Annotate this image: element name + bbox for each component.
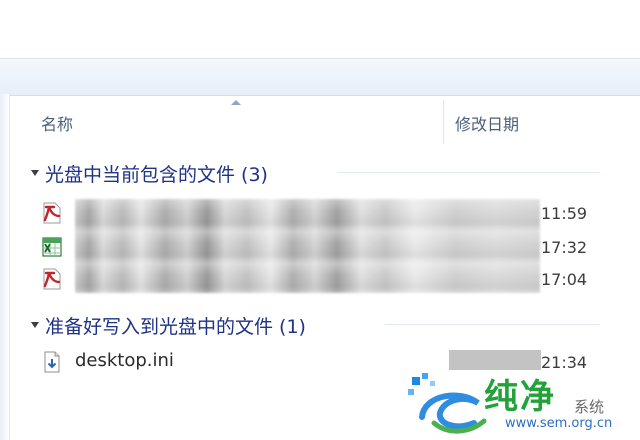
pdf-file-icon (43, 268, 61, 290)
toolbar-band (0, 58, 640, 96)
file-date: 17:32 (541, 238, 588, 257)
column-header (10, 96, 640, 142)
group-collapse-icon[interactable] (31, 170, 39, 176)
file-date: 17:04 (541, 270, 588, 289)
column-header-name[interactable]: 名称 (41, 111, 73, 135)
file-date: 11:59 (541, 204, 588, 223)
config-file-icon (44, 351, 60, 373)
pdf-file-icon (43, 202, 61, 224)
redacted-file-names (75, 199, 540, 293)
watermark-subtext: 系统 (574, 398, 605, 416)
group-divider-line (338, 172, 600, 173)
sort-ascending-icon (231, 100, 241, 105)
group-header-current-files[interactable]: 光盘中当前包含的文件 (3) (45, 160, 268, 187)
watermark-text: 纯净 (484, 377, 556, 417)
group-header-pending-files[interactable]: 准备好写入到光盘中的文件 (1) (45, 312, 306, 339)
column-divider[interactable] (443, 100, 444, 144)
navigation-pane-edge (0, 94, 10, 440)
watermark-url: www.sem.org.cn (505, 416, 613, 431)
file-name: desktop.ini (75, 350, 174, 371)
excel-file-icon (42, 237, 62, 257)
group-divider-line (385, 324, 600, 325)
column-header-date-modified[interactable]: 修改日期 (455, 111, 519, 135)
group-collapse-icon[interactable] (31, 322, 39, 328)
